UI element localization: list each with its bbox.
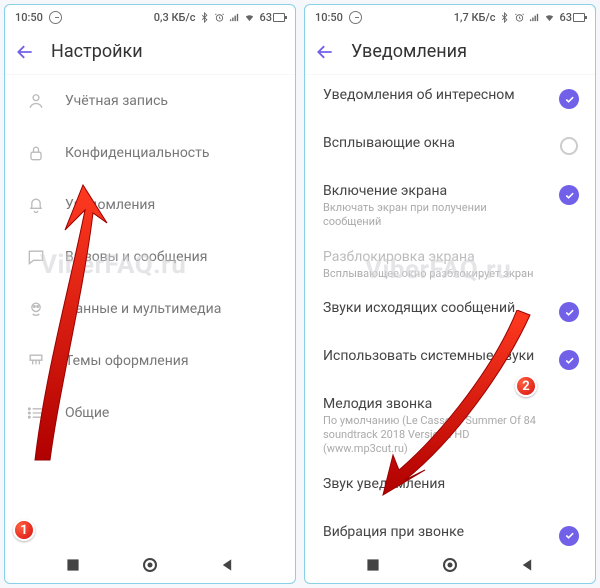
row-media[interactable]: Данные и мультимедиа [5, 283, 295, 335]
status-speed: 1,7 КБ/с [454, 11, 496, 24]
settings-list: Учётная запись Конфиденциальность Уведом… [5, 75, 295, 547]
battery-icon: 63 [559, 11, 585, 24]
nav-back-icon[interactable] [518, 556, 536, 574]
back-icon[interactable] [315, 42, 335, 62]
row-notifications[interactable]: Уведомления [5, 179, 295, 231]
media-icon [25, 299, 47, 319]
row-title: Звуки исходящих сообщений [323, 300, 547, 316]
row-notification-sound[interactable]: Звук уведомления [305, 466, 595, 514]
row-title: Мелодия звонка [323, 396, 547, 412]
phone-right: 10:50 1,7 КБ/с 63 Уведомления Уведомлени… [304, 4, 596, 584]
android-navbar [5, 547, 295, 583]
bluetooth-icon [199, 12, 210, 23]
status-time: 10:50 [315, 11, 343, 24]
checkbox-on-icon[interactable] [559, 89, 579, 109]
brush-icon [25, 351, 47, 371]
nav-back-icon[interactable] [218, 556, 236, 574]
battery-icon: 63 [259, 11, 285, 24]
checkbox-off-icon[interactable] [560, 137, 578, 155]
checkbox-on-icon[interactable] [559, 526, 579, 546]
row-label: Вызовы и сообщения [65, 249, 207, 265]
row-subtitle: По умолчанию (Le Cassos - Summer Of 84 s… [323, 414, 547, 455]
status-icon-sync [349, 11, 362, 24]
row-label: Данные и мультимедиа [65, 301, 221, 317]
phone-left: 10:50 0,3 КБ/с 63 Настройки Учётная запи… [4, 4, 296, 584]
nav-home-icon[interactable] [441, 556, 459, 574]
page-title: Настройки [51, 41, 143, 62]
row-label: Учётная запись [65, 93, 168, 109]
appbar: Настройки [5, 29, 295, 75]
row-label: Общие [65, 405, 109, 421]
list-icon [25, 403, 47, 423]
row-subtitle: Всплывающее окно разблокирует экран [323, 267, 547, 281]
row-title: Разблокировка экрана [323, 249, 547, 265]
row-subtitle: Включать экран при получении сообщений [323, 201, 547, 229]
row-screen-on[interactable]: Включение экрана Включать экран при полу… [305, 173, 595, 239]
bluetooth-icon [499, 12, 510, 23]
row-general[interactable]: Общие [5, 387, 295, 439]
statusbar: 10:50 1,7 КБ/с 63 [305, 5, 595, 29]
row-label: Темы оформления [65, 353, 189, 369]
row-title: Уведомления об интересном [323, 87, 547, 103]
row-title: Всплывающие окна [323, 135, 547, 151]
row-title: Использовать системные звуки [323, 348, 547, 364]
row-label: Уведомления [65, 197, 155, 213]
statusbar: 10:50 0,3 КБ/с 63 [5, 5, 295, 29]
row-ringtone[interactable]: Мелодия звонка По умолчанию (Le Cassos -… [305, 386, 595, 465]
wifi-icon [244, 12, 255, 23]
row-interesting[interactable]: Уведомления об интересном [305, 77, 595, 125]
nav-recent-icon[interactable] [364, 556, 382, 574]
status-time: 10:50 [15, 11, 43, 24]
row-unlock: Разблокировка экрана Всплывающее окно ра… [305, 239, 595, 291]
row-privacy[interactable]: Конфиденциальность [5, 127, 295, 179]
back-icon[interactable] [15, 42, 35, 62]
checkbox-on-icon[interactable] [559, 302, 579, 322]
row-system-sounds[interactable]: Использовать системные звуки [305, 338, 595, 386]
nav-recent-icon[interactable] [64, 556, 82, 574]
status-icon-sync [49, 11, 62, 24]
notification-settings-list: Уведомления об интересном Всплывающие ок… [305, 75, 595, 547]
checkbox-on-icon[interactable] [559, 185, 579, 205]
row-title: Включение экрана [323, 183, 547, 199]
row-themes[interactable]: Темы оформления [5, 335, 295, 387]
status-speed: 0,3 КБ/с [154, 11, 196, 24]
row-outgoing-sounds[interactable]: Звуки исходящих сообщений [305, 290, 595, 338]
signal-icon [229, 12, 240, 23]
row-calls[interactable]: Вызовы и сообщения [5, 231, 295, 283]
row-vibrate[interactable]: Вибрация при звонке [305, 514, 595, 548]
nav-home-icon[interactable] [141, 556, 159, 574]
lock-icon [25, 143, 47, 163]
user-icon [25, 91, 47, 111]
bell-icon [25, 195, 47, 215]
row-title: Вибрация при звонке [323, 524, 547, 540]
android-navbar [305, 547, 595, 583]
chat-icon [25, 247, 47, 267]
checkbox-on-icon[interactable] [559, 350, 579, 370]
row-popups[interactable]: Всплывающие окна [305, 125, 595, 173]
appbar: Уведомления [305, 29, 595, 75]
alarm-icon [214, 12, 225, 23]
row-account[interactable]: Учётная запись [5, 75, 295, 127]
row-title: Звук уведомления [323, 476, 547, 492]
page-title: Уведомления [351, 41, 467, 62]
signal-icon [529, 12, 540, 23]
wifi-icon [544, 12, 555, 23]
row-label: Конфиденциальность [65, 145, 209, 161]
alarm-icon [514, 12, 525, 23]
